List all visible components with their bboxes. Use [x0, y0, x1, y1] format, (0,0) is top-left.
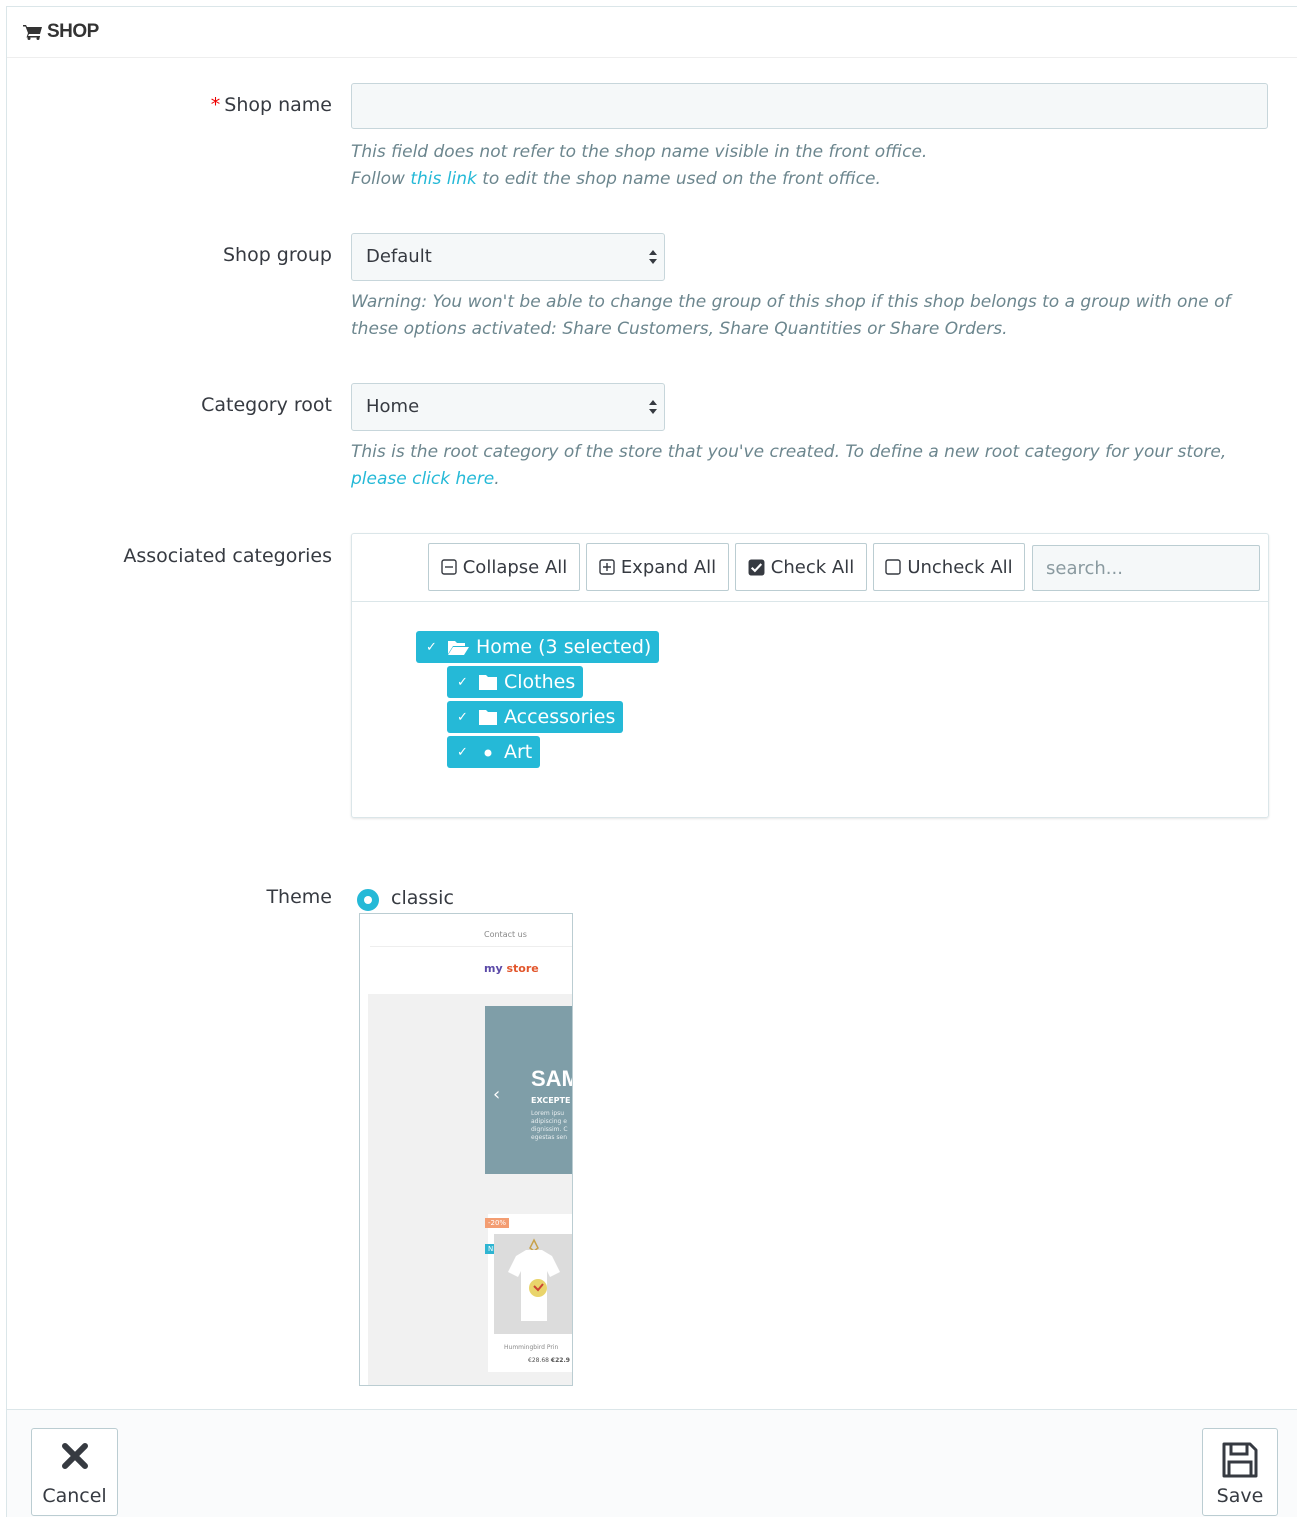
- select-arrows-icon: [649, 400, 657, 414]
- checked-box-icon: [748, 559, 765, 575]
- check-all-button[interactable]: Check All: [735, 543, 867, 591]
- shop-group-label: Shop group: [222, 244, 332, 266]
- unchecked-box-icon: [885, 559, 902, 575]
- new-root-category-link[interactable]: please click here: [351, 469, 494, 489]
- shop-name-help-line1: This field does not refer to the shop na…: [351, 142, 928, 162]
- theme-preview-image[interactable]: Contact us my store ‹ SAM EXCEPTE Lorem …: [359, 913, 573, 1386]
- theme-label: Theme: [266, 886, 332, 908]
- preview-chevron-icon: ‹: [493, 1084, 501, 1105]
- panel-footer: Cancel Save: [7, 1409, 1297, 1517]
- category-root-value: Home: [366, 396, 420, 417]
- tree-node-home[interactable]: ✓ Home (3 selected): [416, 631, 660, 663]
- category-search-input[interactable]: search...: [1032, 545, 1260, 591]
- folder-icon: [479, 674, 497, 690]
- tree-toolbar: Collapse All Expand All Check All Unchec…: [352, 534, 1268, 602]
- category-root-label: Category root: [201, 394, 332, 416]
- preview-logo-my: my: [484, 962, 503, 975]
- shop-name-help-line2: Follow this link to edit the shop name u…: [351, 166, 1261, 193]
- preview-discount-badge: -20%: [485, 1218, 510, 1228]
- save-label: Save: [1216, 1485, 1264, 1507]
- preview-slide-text: Lorem ipsu adipiscing e dignissim. C ege…: [531, 1110, 568, 1142]
- category-help-suffix: .: [494, 469, 500, 489]
- shop-name-label-text: Shop name: [224, 94, 332, 116]
- tree-node-clothes[interactable]: ✓ Clothes: [447, 666, 584, 698]
- tree-node-label: Clothes: [504, 671, 576, 693]
- expand-all-label: Expand All: [620, 556, 717, 578]
- cancel-button[interactable]: Cancel: [31, 1428, 118, 1516]
- preview-contact: Contact us: [484, 930, 527, 939]
- preview-slide-line: egestas sen: [531, 1134, 567, 1141]
- shop-group-help: Warning: You won't be able to change the…: [351, 292, 1231, 339]
- tree-node-label: Accessories: [504, 706, 616, 728]
- preview-product-name: Hummingbird Prin: [504, 1344, 559, 1351]
- cart-icon: [23, 25, 42, 40]
- shop-group-value: Default: [366, 246, 432, 267]
- preview-logo: my store: [484, 962, 539, 975]
- folder-open-icon: [448, 640, 469, 655]
- expand-icon: [599, 559, 615, 575]
- associated-categories-label: Associated categories: [123, 545, 332, 567]
- panel-title: SHOP: [47, 21, 99, 42]
- collapse-all-label: Collapse All: [462, 556, 568, 578]
- shop-form-panel: SHOP * Shop name This field does not refe…: [6, 6, 1297, 1517]
- expand-all-button[interactable]: Expand All: [586, 543, 729, 591]
- collapse-all-button[interactable]: Collapse All: [428, 543, 580, 591]
- tree-node-accessories[interactable]: ✓ Accessories: [447, 701, 624, 733]
- help-suffix: to edit the shop name used on the front …: [476, 169, 881, 189]
- required-mark: *: [210, 94, 221, 116]
- preview-price-old: €28.68: [528, 1357, 549, 1364]
- uncheck-all-button[interactable]: Uncheck All: [873, 543, 1025, 591]
- shop-name-label: * Shop name: [211, 94, 332, 116]
- preview-price-new: €22.9: [550, 1357, 570, 1364]
- preview-slide-line: adipiscing e: [531, 1118, 567, 1125]
- shop-name-input[interactable]: [351, 83, 1268, 129]
- theme-radio-classic[interactable]: [357, 889, 379, 911]
- preview-slide-title: SAM: [531, 1066, 572, 1091]
- preview-product-price: €28.68 €22.9: [528, 1357, 570, 1364]
- help-prefix: Follow: [351, 169, 411, 189]
- check-icon[interactable]: ✓: [455, 675, 470, 690]
- tshirt-icon: [508, 1238, 560, 1321]
- uncheck-all-label: Uncheck All: [907, 556, 1013, 578]
- bullet-icon: [484, 749, 492, 756]
- check-icon[interactable]: ✓: [455, 745, 470, 760]
- preview-divider: [370, 946, 572, 947]
- close-icon: [61, 1443, 88, 1469]
- check-icon[interactable]: ✓: [455, 710, 470, 725]
- preview-product-image: [494, 1234, 572, 1334]
- category-root-help: This is the root category of the store t…: [351, 439, 1261, 493]
- tree-node-label: Art: [504, 741, 533, 763]
- check-icon[interactable]: ✓: [424, 640, 439, 655]
- shop-group-select[interactable]: Default: [351, 233, 665, 281]
- tree-node-art[interactable]: ✓ Art: [447, 736, 541, 768]
- front-office-link[interactable]: this link: [410, 169, 477, 189]
- select-arrows-icon: [649, 250, 657, 264]
- check-all-label: Check All: [770, 556, 855, 578]
- cancel-label: Cancel: [42, 1485, 107, 1507]
- preview-slide-sub: EXCEPTE: [531, 1096, 571, 1105]
- save-button[interactable]: Save: [1202, 1428, 1278, 1516]
- preview-product-card: -20% NEW Hummingbird Prin €28.68 €22.9: [485, 1214, 572, 1372]
- tree-node-label: Home (3 selected): [476, 636, 652, 658]
- category-help-prefix: This is the root category of the store t…: [351, 442, 1227, 462]
- save-icon: [1222, 1442, 1258, 1478]
- folder-icon: [479, 709, 497, 725]
- category-tree: Collapse All Expand All Check All Unchec…: [351, 533, 1269, 818]
- preview-slider: ‹ SAM EXCEPTE Lorem ipsu adipiscing e di…: [485, 1006, 572, 1174]
- preview-slide-line: dignissim. C: [531, 1126, 568, 1133]
- panel-header: SHOP: [7, 7, 1297, 58]
- shop-name-help: This field does not refer to the shop na…: [351, 139, 1261, 193]
- collapse-icon: [441, 559, 457, 575]
- category-root-select[interactable]: Home: [351, 383, 665, 431]
- preview-slide-line: Lorem ipsu: [531, 1110, 565, 1117]
- theme-option-label: classic: [391, 887, 454, 909]
- preview-body: ‹ SAM EXCEPTE Lorem ipsu adipiscing e di…: [368, 994, 572, 1385]
- preview-logo-store: store: [506, 962, 539, 975]
